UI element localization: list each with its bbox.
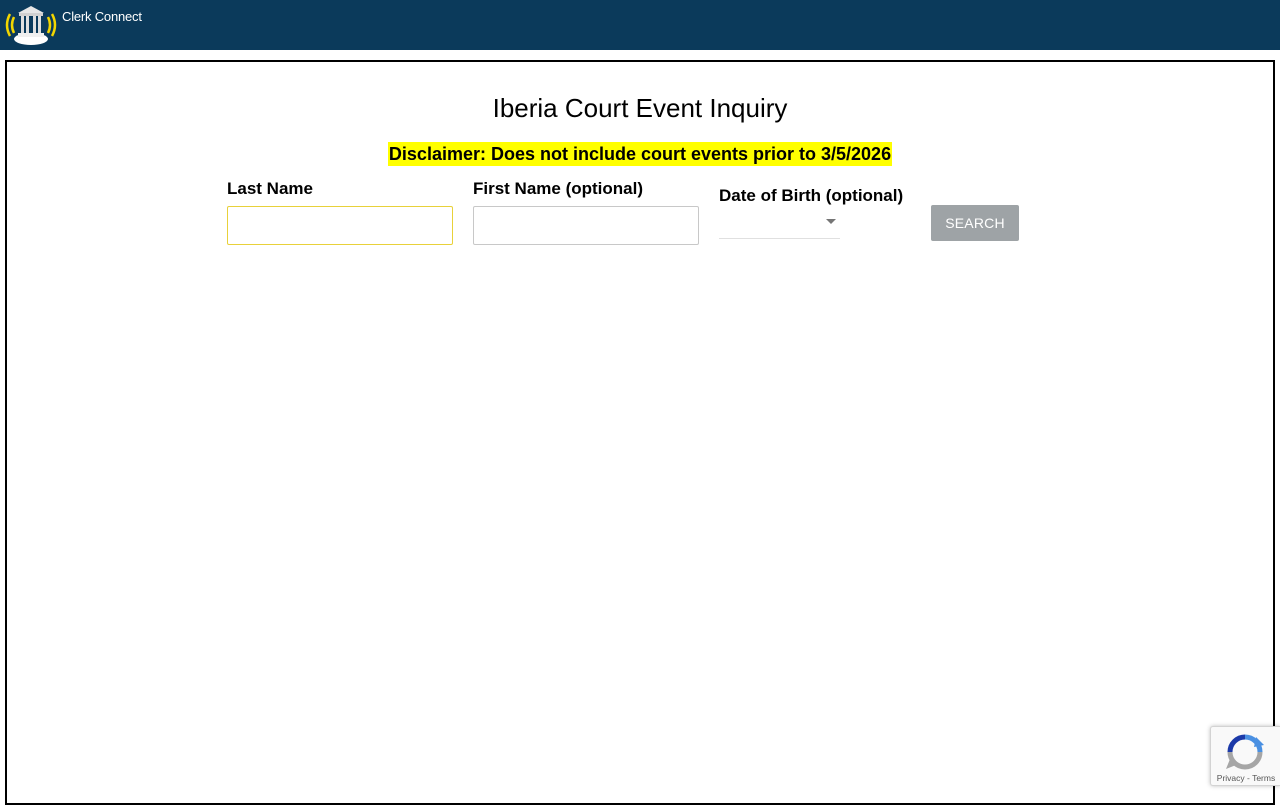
last-name-input[interactable] (227, 206, 453, 245)
page-title: Iberia Court Event Inquiry (492, 93, 788, 123)
courthouse-signal-icon[interactable] (4, 4, 58, 46)
brand-name[interactable]: Clerk Connect (62, 9, 142, 24)
first-name-label: First Name (optional) (473, 179, 644, 198)
recaptcha-terms-link[interactable]: Terms (1252, 773, 1275, 783)
recaptcha-separator: - (1244, 773, 1253, 783)
recaptcha-badge[interactable]: Privacy - Terms (1210, 726, 1280, 786)
last-name-label: Last Name (227, 179, 313, 198)
main-panel: Iberia Court Event Inquiry Disclaimer: D… (5, 60, 1275, 805)
disclaimer-row: Disclaimer: Does not include court event… (7, 142, 1273, 166)
top-bar: Clerk Connect (0, 0, 1280, 50)
dob-label: Date of Birth (optional) (719, 186, 904, 205)
disclaimer-text: Disclaimer: Does not include court event… (387, 142, 893, 166)
recaptcha-links: Privacy - Terms (1211, 773, 1280, 783)
recaptcha-icon (1226, 734, 1264, 770)
dob-select[interactable] (719, 208, 840, 239)
first-name-input[interactable] (473, 206, 699, 245)
recaptcha-privacy-link[interactable]: Privacy (1217, 773, 1245, 783)
search-button[interactable]: SEARCH (931, 205, 1019, 241)
dropdown-arrow-icon[interactable] (826, 219, 836, 224)
